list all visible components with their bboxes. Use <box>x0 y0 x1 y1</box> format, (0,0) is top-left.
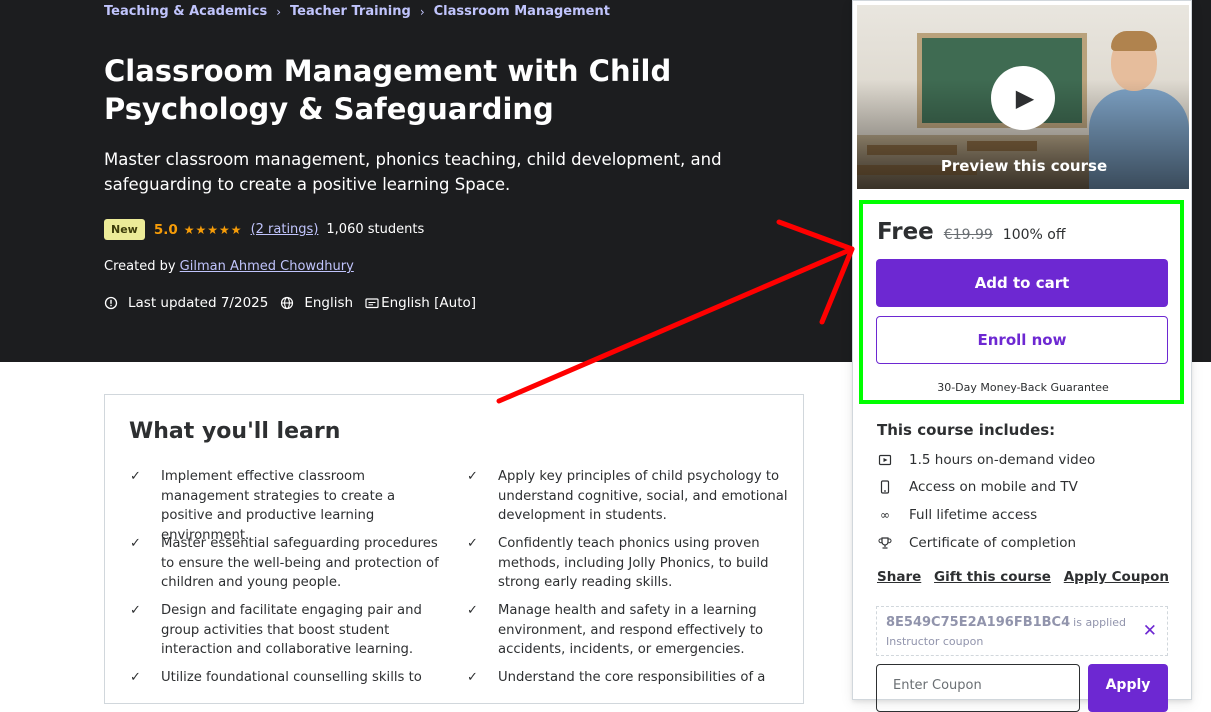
video-icon <box>878 454 892 466</box>
captions: English [Auto] <box>365 295 476 311</box>
learn-item: ✓ Manage health and safety in a learning … <box>467 603 764 658</box>
learn-item: ✓ Apply key principles of child psycholog… <box>467 469 788 524</box>
sidebar-links: Share Gift this course Apply Coupon <box>877 569 1169 585</box>
remove-coupon-close-icon[interactable]: ✕ <box>1143 621 1157 641</box>
coupon-type: Instructor coupon <box>886 635 984 648</box>
student-count: 1,060 students <box>326 222 425 237</box>
apply-coupon-link[interactable]: Apply Coupon <box>1064 569 1169 585</box>
learn-item: ✓ Design and facilitate engaging pair and… <box>130 603 422 658</box>
learn-title: What you'll learn <box>129 419 341 444</box>
learn-item: ✓ Understand the core responsibilities of… <box>467 668 788 688</box>
apply-button[interactable]: Apply <box>1088 664 1168 712</box>
breadcrumb-teacher-training[interactable]: Teacher Training <box>290 4 411 19</box>
gift-course-link[interactable]: Gift this course <box>934 569 1051 585</box>
last-updated: Last updated 7/2025 <box>104 295 268 311</box>
course-meta: Last updated 7/2025 English English [Aut… <box>104 295 488 311</box>
play-icon: ▶ <box>1015 84 1035 112</box>
include-item: Access on mobile and TV <box>877 479 1078 495</box>
chevron-right-icon: › <box>276 4 282 19</box>
created-by-label: Created by <box>104 259 176 274</box>
breadcrumb-classroom-management[interactable]: Classroom Management <box>434 4 610 19</box>
check-icon: ✓ <box>130 603 141 618</box>
include-item: Certificate of completion <box>877 535 1076 551</box>
check-icon: ✓ <box>467 603 478 618</box>
course-subtitle: Master classroom management, phonics tea… <box>104 150 722 194</box>
share-link[interactable]: Share <box>877 569 921 585</box>
purchase-sidebar: ▶ Preview this course Free €19.99 100% o… <box>852 0 1192 712</box>
check-icon: ✓ <box>467 536 478 551</box>
preview-label: Preview this course <box>940 157 1108 175</box>
includes-title: This course includes: <box>877 421 1056 439</box>
created-by: Created by Gilman Ahmed Chowdhury <box>104 259 354 274</box>
rating-row: New 5.0 ★★★★★ (2 ratings) 1,060 students <box>104 219 424 240</box>
check-icon: ✓ <box>130 469 141 484</box>
rating-score: 5.0 <box>153 221 178 238</box>
mobile-icon <box>880 480 890 494</box>
annotation-highlight-box <box>859 200 1184 404</box>
learn-item: ✓ Confidently teach phonics using proven … <box>467 536 769 591</box>
play-button[interactable]: ▶ <box>991 66 1055 130</box>
instructor-link[interactable]: Gilman Ahmed Chowdhury <box>180 259 354 274</box>
alert-badge-icon <box>104 296 118 310</box>
captions-icon <box>365 298 379 309</box>
include-item: ∞ Full lifetime access <box>877 507 1037 523</box>
coupon-input[interactable]: Enter Coupon <box>876 664 1080 712</box>
coupon-code: 8E549C75E2A196FB1BC4 is applied <box>886 615 1127 630</box>
course-title: Classroom Management with Child Psycholo… <box>104 54 672 126</box>
trophy-icon <box>878 537 892 549</box>
language: English <box>280 295 353 311</box>
applied-coupon: 8E549C75E2A196FB1BC4 is applied Instructo… <box>876 606 1168 656</box>
breadcrumb-teaching-academics[interactable]: Teaching & Academics <box>104 4 267 19</box>
breadcrumb: Teaching & Academics › Teacher Training … <box>104 4 610 19</box>
star-rating-icon: ★★★★★ <box>183 222 243 237</box>
what-youll-learn: What you'll learn ✓ Implement effective c… <box>104 394 804 704</box>
ratings-link[interactable]: (2 ratings) <box>251 222 319 237</box>
new-badge: New <box>104 219 145 240</box>
infinity-icon: ∞ <box>880 508 890 522</box>
chevron-right-icon: › <box>419 4 425 19</box>
check-icon: ✓ <box>467 469 478 484</box>
globe-icon <box>281 296 294 310</box>
learn-item: ✓ Utilize foundational counselling skills… <box>130 668 451 688</box>
check-icon: ✓ <box>130 670 141 685</box>
course-preview-video[interactable]: ▶ Preview this course <box>856 4 1190 190</box>
learn-item: ✓ Master essential safeguarding procedure… <box>130 536 439 591</box>
check-icon: ✓ <box>130 536 141 551</box>
check-icon: ✓ <box>467 670 478 685</box>
include-item: 1.5 hours on-demand video <box>877 452 1095 468</box>
